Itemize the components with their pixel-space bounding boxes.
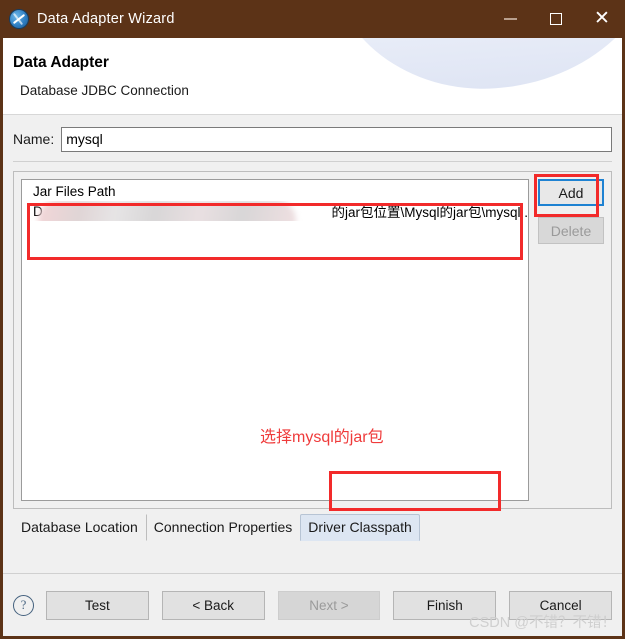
- delete-button: Delete: [538, 217, 604, 244]
- jar-action-buttons: Add Delete: [538, 179, 604, 501]
- jasper-compass-icon: [10, 10, 28, 28]
- wizard-body: Name: Jar Files Path D 的jar包位置\Mysql的jar…: [3, 115, 622, 573]
- minimize-icon[interactable]: [487, 0, 533, 38]
- question-mark-icon[interactable]: ?: [13, 594, 34, 616]
- tab-connection-properties[interactable]: Connection Properties: [145, 514, 301, 541]
- jar-path-suffix: 的jar包位置\Mysql的jar包\mysql..: [331, 205, 528, 220]
- wizard-footer: ? Test < Back Next > Finish Cancel CSDN …: [3, 573, 622, 636]
- maximize-icon[interactable]: [533, 0, 579, 38]
- wizard-header: Data Adapter Database JDBC Connection: [3, 38, 622, 115]
- page-subtitle: Database JDBC Connection: [20, 83, 189, 98]
- jar-files-column-header: Jar Files Path: [33, 184, 116, 199]
- test-button[interactable]: Test: [46, 590, 149, 620]
- redaction-blur: [38, 201, 296, 221]
- header-decoration: [326, 38, 622, 100]
- name-label: Name:: [13, 131, 55, 147]
- name-input[interactable]: [61, 126, 612, 152]
- jar-path-prefix: D: [33, 203, 43, 219]
- name-separator: [13, 161, 612, 162]
- back-button[interactable]: < Back: [161, 590, 265, 620]
- title-bar: Data Adapter Wizard ✕: [0, 0, 625, 38]
- data-adapter-wizard-window: Data Adapter Wizard ✕ Data Adapter Datab…: [0, 0, 625, 639]
- finish-button[interactable]: Finish: [393, 590, 497, 620]
- annotation-note: 选择mysql的jar包: [260, 429, 384, 446]
- tab-filler: [3, 541, 622, 573]
- cancel-button[interactable]: Cancel: [509, 590, 612, 620]
- page-title: Data Adapter: [13, 54, 109, 71]
- list-item[interactable]: D 的jar包位置\Mysql的jar包\mysql..: [22, 201, 528, 221]
- window-controls: ✕: [487, 0, 625, 38]
- next-button: Next >: [277, 590, 381, 620]
- tab-strip: Database Location Connection Properties …: [3, 513, 622, 541]
- name-row: Name:: [3, 115, 622, 153]
- window-title: Data Adapter Wizard: [37, 11, 175, 27]
- jar-files-list[interactable]: Jar Files Path D 的jar包位置\Mysql的jar包\mysq…: [21, 179, 529, 501]
- driver-classpath-panel: Jar Files Path D 的jar包位置\Mysql的jar包\mysq…: [13, 171, 612, 509]
- close-icon[interactable]: ✕: [579, 0, 625, 38]
- add-button[interactable]: Add: [538, 179, 604, 206]
- tab-driver-classpath[interactable]: Driver Classpath: [300, 514, 420, 541]
- tab-database-location[interactable]: Database Location: [13, 514, 146, 541]
